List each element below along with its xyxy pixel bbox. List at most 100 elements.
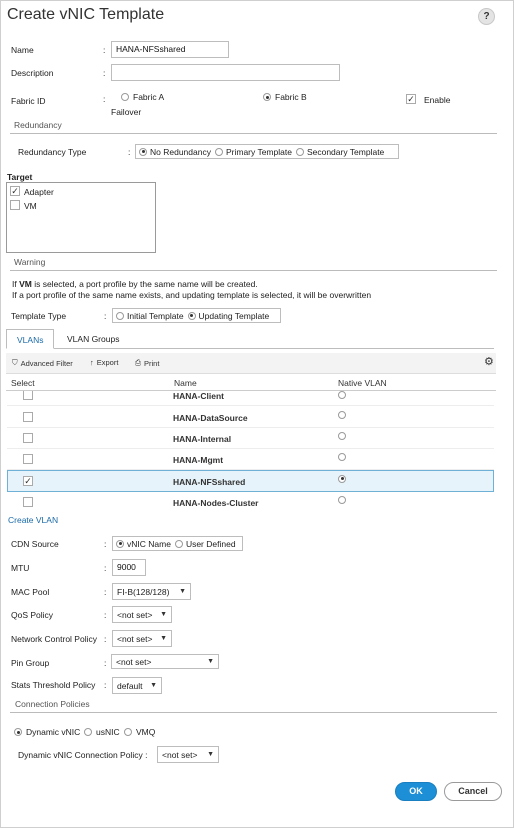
warning-line-1: If VM is selected, a port profile by the… (12, 279, 258, 289)
no-redundancy-radio[interactable] (139, 147, 147, 156)
help-button[interactable]: ? (478, 8, 495, 25)
connection-policies-title: Connection Policies (15, 699, 90, 709)
fabric-a-option[interactable]: Fabric A (121, 92, 164, 102)
description-colon: : (103, 68, 106, 78)
row-select-checkbox[interactable] (23, 433, 33, 443)
initial-template-option[interactable]: Initial Template (116, 311, 184, 321)
gear-icon[interactable]: ⚙ (484, 355, 494, 368)
network-control-policy-select[interactable]: <not set> ▼ (112, 630, 172, 647)
fabric-a-radio[interactable] (121, 93, 129, 101)
tab-vlans[interactable]: VLANs (6, 329, 55, 349)
vmq-radio[interactable] (124, 728, 132, 736)
vnic-name-radio[interactable] (116, 539, 124, 548)
print-button[interactable]: ⎙ Print (135, 358, 159, 368)
template-type-colon: : (104, 311, 107, 321)
primary-template-radio[interactable] (214, 147, 223, 156)
usnic-label: usNIC (96, 727, 120, 737)
name-label: Name (11, 45, 34, 55)
redundancy-type-label: Redundancy Type (18, 147, 87, 157)
mtu-label: MTU (11, 563, 30, 573)
tab-vlan-groups[interactable]: VLAN Groups (57, 329, 129, 349)
native-vlan-radio[interactable] (338, 452, 346, 461)
native-vlan-radio[interactable] (338, 495, 346, 504)
row-select-checkbox[interactable] (23, 412, 33, 422)
vnic-name-option[interactable]: vNIC Name (116, 539, 171, 549)
fabric-b-option[interactable]: Fabric B (263, 92, 307, 102)
print-label: Print (144, 358, 160, 368)
table-row[interactable]: HANA-Client (7, 391, 494, 406)
native-vlan-radio[interactable] (338, 391, 346, 399)
mac-pool-label: MAC Pool (11, 587, 50, 597)
dynamic-vnic-radio[interactable] (14, 728, 22, 736)
mtu-input[interactable]: 9000 (112, 559, 146, 576)
native-vlan-radio[interactable] (338, 474, 346, 483)
chevron-down-icon: ▼ (160, 635, 167, 642)
native-vlan-radio[interactable] (338, 410, 346, 419)
qos-policy-select[interactable]: <not set> ▼ (112, 606, 172, 623)
redundancy-divider (10, 133, 497, 134)
table-row[interactable]: HANA-Internal (7, 428, 494, 449)
row-select-checkbox[interactable] (23, 391, 33, 400)
vmq-label: VMQ (136, 727, 156, 737)
description-input[interactable] (111, 64, 340, 81)
fabric-a-label: Fabric A (133, 92, 165, 102)
updating-template-option[interactable]: Updating Template (187, 311, 269, 321)
table-row[interactable]: HANA-DataSource (7, 407, 494, 428)
usnic-radio[interactable] (84, 728, 92, 736)
stats-threshold-policy-colon: : (104, 680, 107, 690)
export-icon: ↑ (90, 358, 94, 367)
pin-group-label: Pin Group (11, 658, 50, 668)
chevron-down-icon: ▼ (207, 658, 214, 665)
connection-policies-divider (10, 712, 497, 713)
dynamic-vnic-policy-select[interactable]: <not set> ▼ (157, 746, 219, 763)
mtu-colon: : (104, 563, 107, 573)
template-type-group: Initial Template Updating Template (112, 308, 281, 323)
user-defined-radio[interactable] (174, 539, 183, 548)
qos-policy-value: <not set> (117, 609, 153, 620)
enable-failover-checkbox[interactable]: ✓ (406, 94, 416, 104)
row-select-checkbox[interactable]: ✓ (23, 476, 33, 486)
pin-group-value: <not set> (116, 656, 152, 667)
initial-template-radio[interactable] (116, 311, 124, 320)
name-input[interactable]: HANA-NFSshared (111, 41, 229, 58)
secondary-template-radio[interactable] (295, 147, 304, 156)
fabric-id-label: Fabric ID (11, 96, 46, 106)
dynamic-vnic-label: Dynamic vNIC (26, 727, 81, 737)
warning-section-title: Warning (14, 257, 46, 267)
target-vm-label: VM (24, 201, 37, 211)
row-select-checkbox[interactable] (23, 497, 33, 507)
primary-template-option[interactable]: Primary Template (214, 147, 292, 157)
export-button[interactable]: ↑ Export (90, 358, 118, 367)
dynamic-vnic-policy-label: Dynamic vNIC Connection Policy : (18, 750, 148, 760)
pin-group-select[interactable]: <not set> ▼ (111, 654, 219, 669)
ok-button[interactable]: OK (395, 782, 437, 801)
pin-group-colon: : (104, 658, 107, 668)
target-vm-checkbox[interactable] (10, 200, 20, 210)
failover-label: Failover (111, 107, 142, 117)
table-row[interactable]: HANA-Mgmt (7, 449, 494, 470)
fabric-b-radio[interactable] (263, 93, 271, 101)
create-vlan-link[interactable]: Create VLAN (8, 515, 58, 525)
mac-pool-colon: : (104, 587, 107, 597)
warning-line-2: If a port profile of the same name exist… (12, 290, 372, 300)
secondary-template-option[interactable]: Secondary Template (295, 147, 384, 157)
row-select-checkbox[interactable] (23, 454, 33, 464)
vmq-option[interactable]: VMQ (124, 727, 155, 737)
vlan-name: HANA-Mgmt (173, 455, 224, 465)
updating-template-radio[interactable] (187, 311, 196, 320)
cancel-button[interactable]: Cancel (444, 782, 502, 801)
table-row[interactable]: HANA-Nodes-Cluster (7, 492, 494, 511)
no-redundancy-option[interactable]: No Redundancy (139, 147, 211, 157)
advanced-filter-button[interactable]: ⛉ Advanced Filter (12, 358, 73, 368)
filter-icon: ⛉ (12, 358, 18, 367)
user-defined-option[interactable]: User Defined (174, 539, 236, 549)
cdn-source-group: vNIC Name User Defined (112, 536, 243, 551)
vnic-name-label: vNIC Name (127, 538, 171, 549)
dynamic-vnic-option[interactable]: Dynamic vNIC (14, 727, 80, 737)
usnic-option[interactable]: usNIC (84, 727, 120, 737)
stats-threshold-policy-select[interactable]: default ▼ (112, 677, 162, 694)
target-adapter-checkbox[interactable]: ✓ (10, 186, 20, 196)
table-row-selected[interactable]: ✓ HANA-NFSshared (7, 470, 494, 492)
mac-pool-select[interactable]: FI-B(128/128) ▼ (112, 583, 191, 600)
native-vlan-radio[interactable] (338, 431, 346, 440)
